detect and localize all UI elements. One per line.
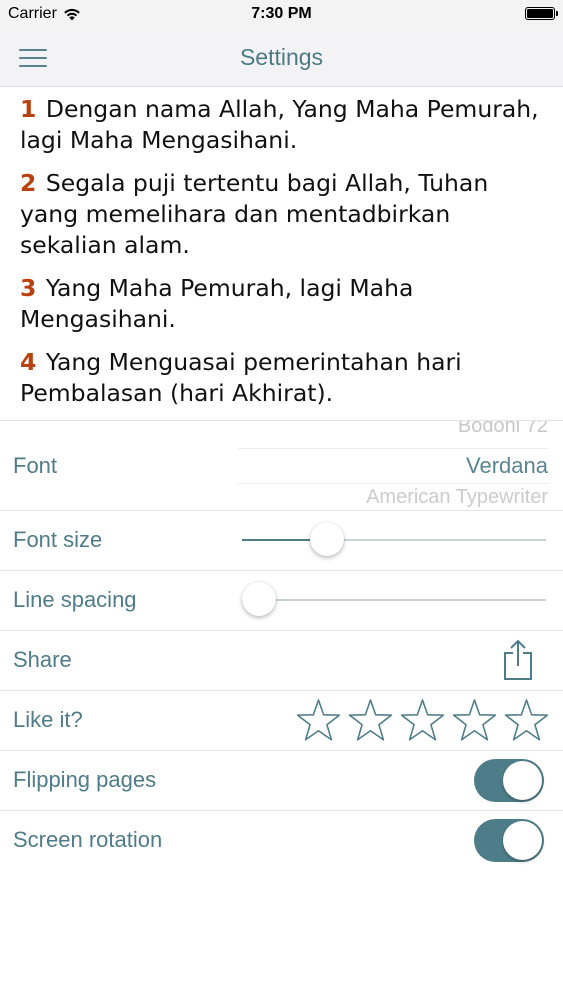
slider-thumb[interactable] <box>242 582 276 616</box>
screen-rotation-row: Screen rotation <box>0 810 563 870</box>
navigation-bar: Settings <box>0 28 563 87</box>
verse-text: Yang Maha Pemurah, lagi Maha Mengasihani… <box>20 274 414 333</box>
settings-panel: Font Bodoni 72 Verdana American Typewrit… <box>0 420 563 870</box>
share-label: Share <box>13 647 72 672</box>
verse-text: Dengan nama Allah, Yang Maha Pemurah, la… <box>20 95 539 154</box>
status-bar: Carrier 7:30 PM <box>0 0 563 28</box>
verse-number: 1 <box>20 95 37 123</box>
verse-number: 4 <box>20 348 37 376</box>
screen-rotation-label: Screen rotation <box>13 827 163 852</box>
picker-divider <box>238 483 548 484</box>
font-setting-row: Font Bodoni 72 Verdana American Typewrit… <box>0 420 563 510</box>
verse-number: 3 <box>20 274 37 302</box>
font-size-label: Font size <box>13 527 103 552</box>
picker-divider <box>238 448 548 449</box>
line-spacing-label: Line spacing <box>13 587 137 612</box>
clock: 7:30 PM <box>251 5 312 22</box>
slider-thumb[interactable] <box>309 522 344 556</box>
verse-item: 2 Segala puji tertentu bagi Allah, Tuhan… <box>20 168 545 261</box>
font-option[interactable]: Bodoni 72 <box>458 421 548 438</box>
font-picker[interactable]: Bodoni 72 Verdana American Typewriter <box>238 421 548 510</box>
line-spacing-slider[interactable] <box>242 582 546 616</box>
star-icon[interactable] <box>296 698 341 743</box>
toggle-knob <box>503 821 542 860</box>
star-icon[interactable] <box>452 698 497 743</box>
verse-text: Yang Menguasai pemerintahan hari Pembala… <box>20 348 462 407</box>
font-option[interactable]: American Typewriter <box>366 486 548 509</box>
font-label: Font <box>13 453 58 478</box>
share-icon[interactable] <box>501 639 535 681</box>
flipping-pages-row: Flipping pages <box>0 750 563 810</box>
line-spacing-row: Line spacing <box>0 570 563 630</box>
font-size-row: Font size <box>0 510 563 570</box>
verse-item: 3 Yang Maha Pemurah, lagi Maha Mengasiha… <box>20 273 545 335</box>
screen-rotation-toggle[interactable] <box>474 819 544 862</box>
font-option-selected[interactable]: Verdana <box>466 453 548 479</box>
star-rating[interactable] <box>296 698 549 743</box>
verse-text: Segala puji tertentu bagi Allah, Tuhan y… <box>20 169 489 259</box>
toggle-knob <box>503 761 542 800</box>
share-row: Share <box>0 630 563 690</box>
flipping-pages-label: Flipping pages <box>13 767 157 792</box>
star-icon[interactable] <box>400 698 445 743</box>
battery-icon <box>525 7 558 20</box>
verse-number: 2 <box>20 169 37 197</box>
rating-row: Like it? <box>0 690 563 750</box>
verse-item: 1 Dengan nama Allah, Yang Maha Pemurah, … <box>20 94 545 156</box>
star-icon[interactable] <box>348 698 393 743</box>
page-title: Settings <box>239 44 324 70</box>
font-size-slider[interactable] <box>242 522 546 556</box>
verse-item: 4 Yang Menguasai pemerintahan hari Pemba… <box>20 347 545 409</box>
verse-preview: 1 Dengan nama Allah, Yang Maha Pemurah, … <box>20 94 545 421</box>
rating-label: Like it? <box>13 707 83 732</box>
star-icon[interactable] <box>504 698 549 743</box>
flipping-pages-toggle[interactable] <box>474 759 544 802</box>
